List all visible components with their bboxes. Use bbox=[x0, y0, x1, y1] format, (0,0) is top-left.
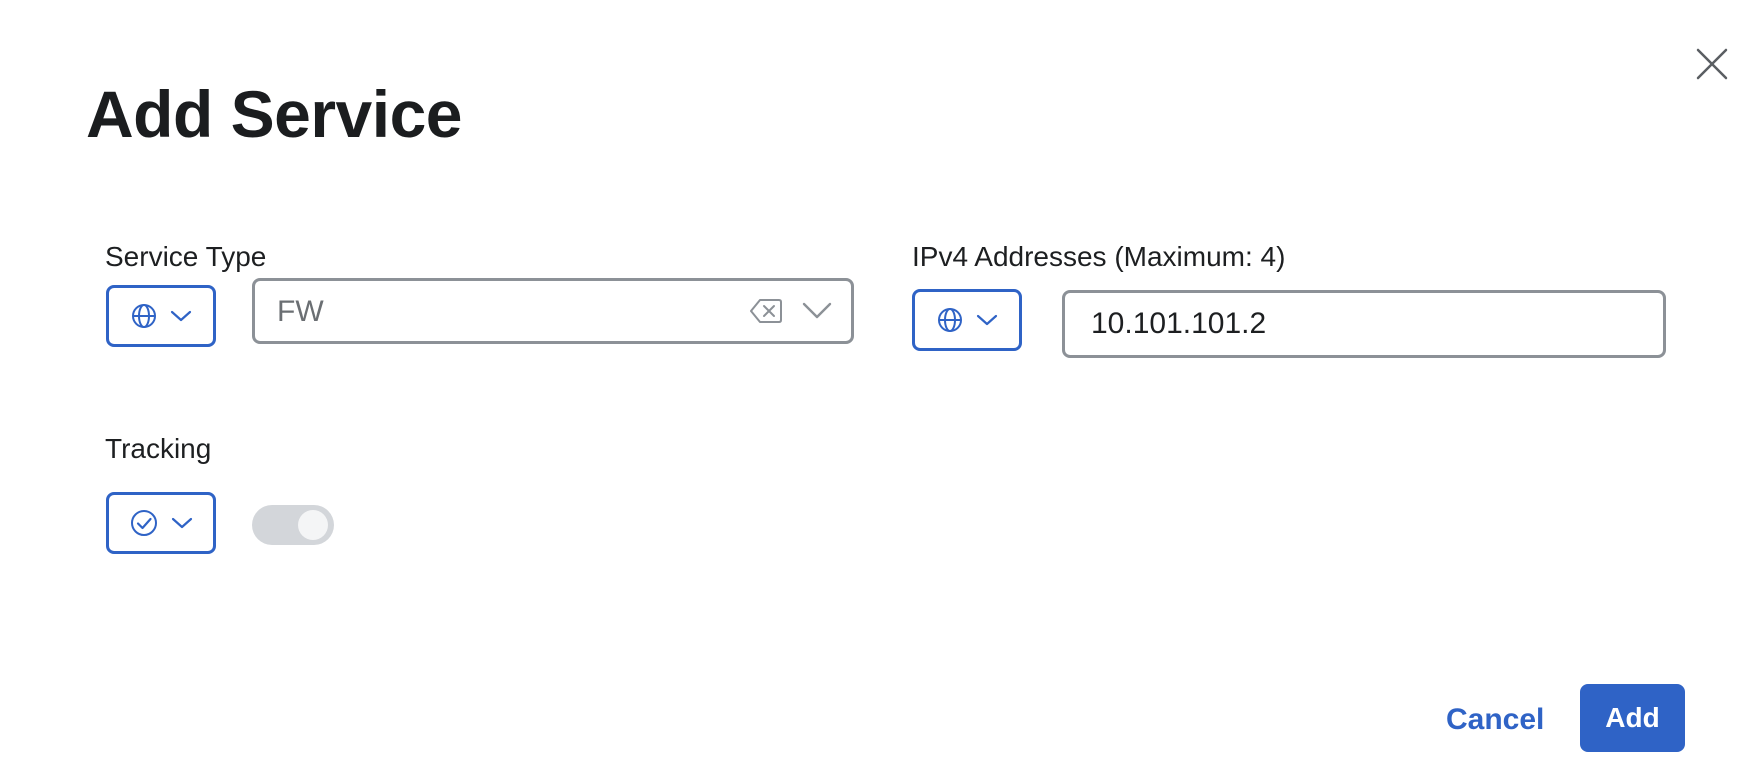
ipv4-addresses-label: IPv4 Addresses (Maximum: 4) bbox=[912, 241, 1286, 272]
chevron-down-icon bbox=[170, 309, 192, 323]
service-type-select[interactable]: FW bbox=[252, 278, 854, 344]
chevron-down-icon[interactable] bbox=[801, 299, 833, 328]
service-type-label: Service Type bbox=[105, 241, 267, 272]
globe-icon bbox=[130, 302, 158, 330]
tracking-variable-button[interactable] bbox=[106, 492, 216, 554]
ipv4-address-input[interactable] bbox=[1062, 290, 1666, 358]
tracking-label: Tracking bbox=[105, 433, 212, 464]
cancel-button[interactable]: Cancel bbox=[1446, 696, 1544, 744]
add-service-dialog: Add Service Service Type FW IPv4 Address… bbox=[0, 0, 1762, 768]
chevron-down-icon bbox=[976, 313, 998, 327]
dialog-title: Add Service bbox=[86, 77, 463, 151]
close-icon[interactable] bbox=[1692, 44, 1732, 84]
service-type-variable-button[interactable] bbox=[106, 285, 216, 347]
globe-icon bbox=[936, 306, 964, 334]
toggle-knob bbox=[298, 510, 328, 540]
add-button[interactable]: Add bbox=[1580, 684, 1685, 752]
ipv4-variable-button[interactable] bbox=[912, 289, 1022, 351]
service-type-value: FW bbox=[277, 295, 324, 328]
clear-icon[interactable] bbox=[749, 297, 783, 330]
tracking-toggle[interactable] bbox=[252, 505, 334, 545]
chevron-down-icon bbox=[171, 516, 193, 530]
check-circle-icon bbox=[129, 508, 159, 538]
